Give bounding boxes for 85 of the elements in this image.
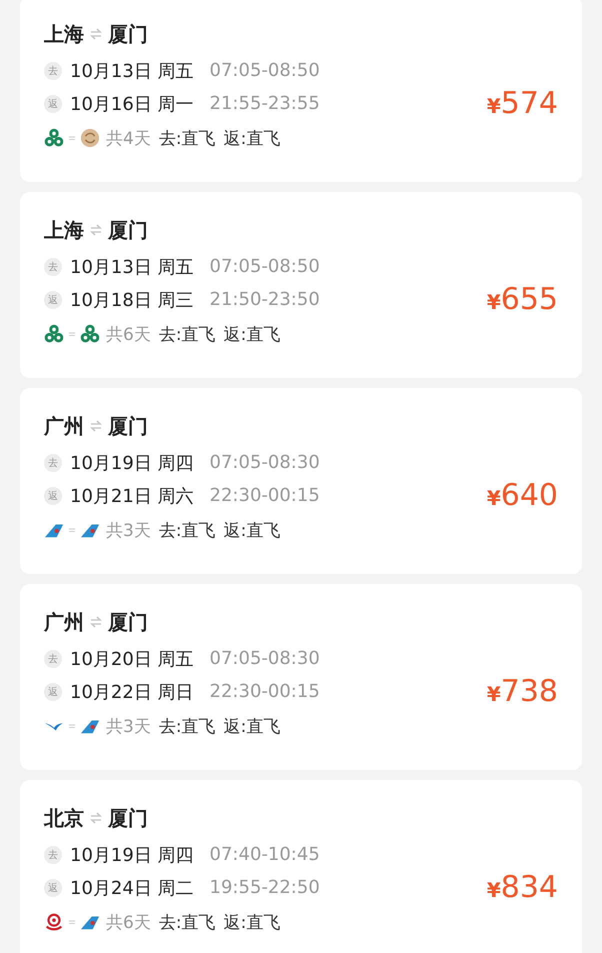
stop-info: 返:直飞 xyxy=(224,324,280,346)
flight-date: 10月22日 周日 xyxy=(70,680,194,704)
equals-icon xyxy=(68,722,76,730)
clover-logo-icon xyxy=(44,128,64,148)
price-amount: 738 xyxy=(500,674,558,708)
leg-badge: 去 xyxy=(44,454,62,472)
clover-logo-icon xyxy=(44,324,64,344)
flight-date: 10月16日 周一 xyxy=(70,92,194,116)
trip-duration: 共6天 xyxy=(106,912,151,934)
destination-city: 厦门 xyxy=(108,608,148,636)
flight-date: 10月19日 周四 xyxy=(70,844,194,866)
origin-city: 上海 xyxy=(44,216,84,244)
stop-info: 返:直飞 xyxy=(224,128,280,150)
flight-date: 10月13日 周五 xyxy=(70,256,194,278)
swap-icon xyxy=(89,27,103,41)
stop-info: 返:直飞 xyxy=(224,912,280,934)
price-amount: 574 xyxy=(500,86,558,120)
trip-card[interactable]: 广州 厦门 去 10月20日 周五 07:05-08:30 返 10月22日 周日 22:30-00:15 共3天 去:直飞 返:直飞 ¥738 xyxy=(20,584,582,770)
swap-icon xyxy=(89,615,103,629)
flight-time: 07:05-08:30 xyxy=(210,452,320,473)
stop-info: 去:直飞 xyxy=(158,128,216,150)
leg-badge: 返 xyxy=(44,486,62,504)
origin-city: 北京 xyxy=(44,804,84,832)
flight-time: 21:50-23:50 xyxy=(210,289,320,310)
flight-date: 10月19日 周四 xyxy=(70,452,194,474)
trip-duration: 共4天 xyxy=(106,128,151,150)
flight-time: 21:55-23:55 xyxy=(210,93,320,114)
price-currency: ¥ xyxy=(486,290,501,314)
trip-card[interactable]: 上海 厦门 去 10月13日 周五 07:05-08:50 返 10月16日 周一 21:55-23:55 共4天 去:直飞 返:直飞 ¥574 xyxy=(20,0,582,182)
stop-info: 去:直飞 xyxy=(158,324,216,346)
medallion-logo-icon xyxy=(80,128,100,148)
stop-info: 去:直飞 xyxy=(158,520,216,542)
leg-badge: 去 xyxy=(44,846,62,864)
flight-time: 07:05-08:30 xyxy=(210,648,320,669)
price-amount: 640 xyxy=(500,478,558,512)
equals-icon xyxy=(68,918,76,926)
stop-info: 去:直飞 xyxy=(158,912,216,934)
destination-city: 厦门 xyxy=(108,20,148,48)
price-amount: 834 xyxy=(500,870,558,904)
flight-date: 10月21日 周六 xyxy=(70,484,194,508)
stop-info: 返:直飞 xyxy=(224,520,280,542)
equals-icon xyxy=(68,526,76,534)
leg-badge: 返 xyxy=(44,94,62,112)
destination-city: 厦门 xyxy=(108,216,148,244)
origin-city: 广州 xyxy=(44,412,84,440)
trip-card[interactable]: 北京 厦门 去 10月19日 周四 07:40-10:45 返 10月24日 周二 19:55-22:50 共6天 去:直飞 返:直飞 ¥834 xyxy=(20,780,582,953)
flight-time: 19:55-22:50 xyxy=(210,877,320,898)
trip-duration: 共3天 xyxy=(106,520,151,542)
swap-icon xyxy=(89,223,103,237)
flight-date: 10月20日 周五 xyxy=(70,648,194,670)
flight-date: 10月24日 周二 xyxy=(70,876,194,900)
origin-city: 广州 xyxy=(44,608,84,636)
trip-duration: 共6天 xyxy=(106,324,151,346)
stop-info: 返:直飞 xyxy=(224,716,280,738)
trip-card[interactable]: 广州 厦门 去 10月19日 周四 07:05-08:30 返 10月21日 周六 22:30-00:15 共3天 去:直飞 返:直飞 ¥640 xyxy=(20,388,582,574)
leg-badge: 去 xyxy=(44,258,62,276)
leg-badge: 去 xyxy=(44,62,62,80)
leg-badge: 返 xyxy=(44,290,62,308)
swap-icon xyxy=(89,419,103,433)
flight-date: 10月13日 周五 xyxy=(70,60,194,82)
flight-time: 07:40-10:45 xyxy=(210,844,320,865)
emblem-logo-icon xyxy=(44,912,64,932)
leg-badge: 返 xyxy=(44,682,62,700)
destination-city: 厦门 xyxy=(108,804,148,832)
flight-time: 22:30-00:15 xyxy=(210,681,320,702)
trip-duration: 共3天 xyxy=(106,716,151,738)
origin-city: 上海 xyxy=(44,20,84,48)
stop-info: 去:直飞 xyxy=(158,716,216,738)
price-amount: 655 xyxy=(500,282,558,316)
leg-badge: 返 xyxy=(44,878,62,896)
equals-icon xyxy=(68,134,76,142)
flight-time: 07:05-08:50 xyxy=(210,60,320,81)
price-currency: ¥ xyxy=(486,486,501,510)
clover-logo-icon xyxy=(80,324,100,344)
price-currency: ¥ xyxy=(486,878,501,902)
flight-date: 10月18日 周三 xyxy=(70,288,194,312)
trip-card[interactable]: 上海 厦门 去 10月13日 周五 07:05-08:50 返 10月18日 周三 21:50-23:50 共6天 去:直飞 返:直飞 ¥655 xyxy=(20,192,582,378)
flight-time: 07:05-08:50 xyxy=(210,256,320,277)
swap-icon xyxy=(89,811,103,825)
leg-badge: 去 xyxy=(44,650,62,668)
flight-time: 22:30-00:15 xyxy=(210,485,320,506)
destination-city: 厦门 xyxy=(108,412,148,440)
price-currency: ¥ xyxy=(486,94,501,118)
price-currency: ¥ xyxy=(486,682,501,706)
equals-icon xyxy=(68,330,76,338)
